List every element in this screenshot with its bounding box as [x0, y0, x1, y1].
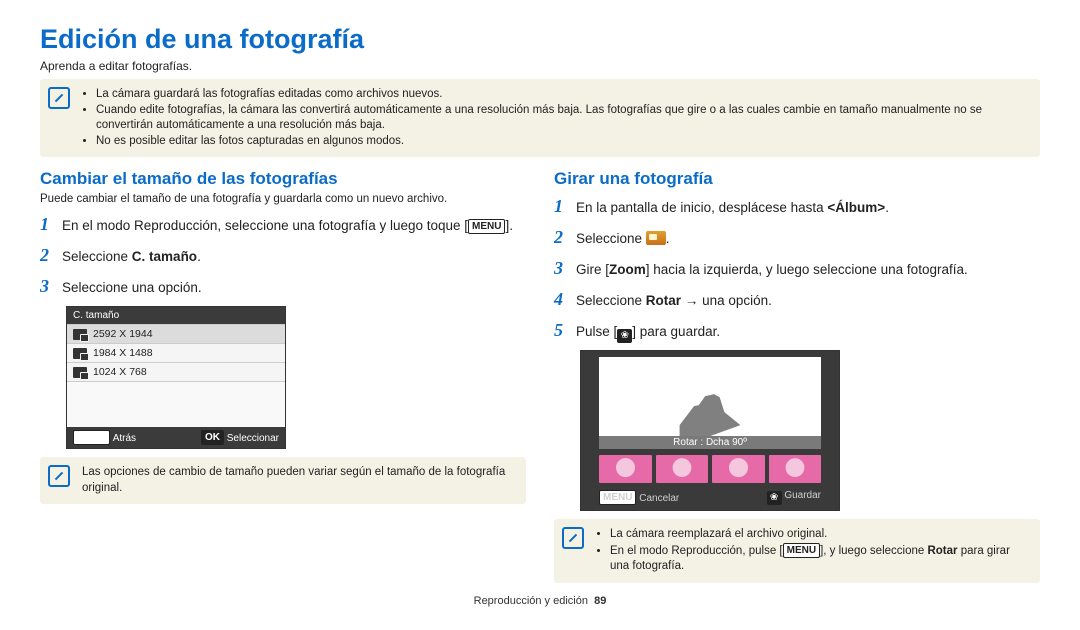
- thumb-4: [769, 455, 822, 483]
- step-number: 5: [554, 317, 576, 344]
- rotate-heading: Girar una fotografía: [554, 169, 1040, 189]
- rotate-step-4: Seleccione Rotar → una opción.: [576, 291, 772, 311]
- resize-camera-screenshot: C. tamaño 2592 X 1944 1984 X 1488 1024 X…: [66, 306, 286, 449]
- resize-step-1: En el modo Reproducción, seleccione una …: [62, 216, 513, 236]
- intro-text: Aprenda a editar fotografías.: [40, 59, 1040, 73]
- step-number: 1: [554, 193, 576, 220]
- resize-section: Cambiar el tamaño de las fotografías Pue…: [40, 165, 526, 591]
- camera-shot-header: C. tamaño: [67, 307, 285, 324]
- rotate-note-2: En el modo Reproducción, pulse [MENU], y…: [610, 543, 1030, 575]
- size-option-2592: 2592 X 1944: [67, 324, 285, 343]
- step-number: 2: [554, 224, 576, 251]
- menu-chip-icon: MENU: [783, 543, 820, 558]
- rotate-step-1: En la pantalla de inicio, desplácese has…: [576, 198, 889, 218]
- resize-sub: Puede cambiar el tamaño de una fotografí…: [40, 193, 526, 205]
- resize-step-2: Seleccione C. tamaño.: [62, 247, 201, 267]
- thumb-3: [712, 455, 765, 483]
- menu-chip-icon: MENU: [468, 219, 505, 234]
- rotate-note-1: La cámara reemplazará el archivo origina…: [610, 527, 1030, 543]
- step-number: 2: [40, 242, 62, 269]
- rotate-label: Rotar : Dcha 90º: [599, 436, 821, 449]
- top-info-box: La cámara guardará las fotografías edita…: [40, 79, 1040, 157]
- step-number: 4: [554, 286, 576, 313]
- info-icon: [562, 527, 584, 549]
- info-icon: [48, 87, 70, 109]
- step-number: 3: [40, 273, 62, 300]
- rotate-camera-screenshot: Rotar : Dcha 90º MENU Cancelar ❀ Guardar: [580, 350, 840, 511]
- step-number: 1: [40, 211, 62, 238]
- page-footer: Reproducción y edición 89: [40, 595, 1040, 607]
- step-number: 3: [554, 255, 576, 282]
- preview-silhouette: [670, 386, 750, 436]
- page-title: Edición de una fotografía: [40, 24, 1040, 55]
- top-info-2: Cuando edite fotografías, la cámara las …: [96, 103, 1030, 134]
- resize-heading: Cambiar el tamaño de las fotografías: [40, 169, 526, 189]
- rotate-section: Girar una fotografía 1 En la pantalla de…: [554, 165, 1040, 591]
- gallery-icon: [646, 231, 666, 245]
- resize-step-3: Seleccione una opción.: [62, 278, 202, 298]
- rotate-step-2: Seleccione .: [576, 229, 670, 249]
- resize-note-text: Las opciones de cambio de tamaño pueden …: [82, 466, 505, 494]
- thumb-2: [656, 455, 709, 483]
- top-info-3: No es posible editar las fotos capturada…: [96, 134, 1030, 150]
- rotate-step-3: Gire [Zoom] hacia la izquierda, y luego …: [576, 260, 968, 280]
- menu-chip-icon: MENU: [73, 430, 110, 445]
- thumb-1: [599, 455, 652, 483]
- resize-note-box: Las opciones de cambio de tamaño pueden …: [40, 457, 526, 504]
- rotate-step-5: Pulse [❀] para guardar.: [576, 322, 720, 343]
- macro-flower-icon: ❀: [617, 329, 632, 343]
- rotate-note-box: La cámara reemplazará el archivo origina…: [554, 519, 1040, 583]
- size-option-1984: 1984 X 1488: [67, 343, 285, 362]
- ok-chip-icon: OK: [201, 430, 224, 445]
- info-icon: [48, 465, 70, 487]
- menu-chip-icon: MENU: [599, 490, 636, 505]
- macro-flower-icon: ❀: [767, 491, 782, 505]
- size-option-1024: 1024 X 768: [67, 362, 285, 381]
- top-info-1: La cámara guardará las fotografías edita…: [96, 87, 1030, 103]
